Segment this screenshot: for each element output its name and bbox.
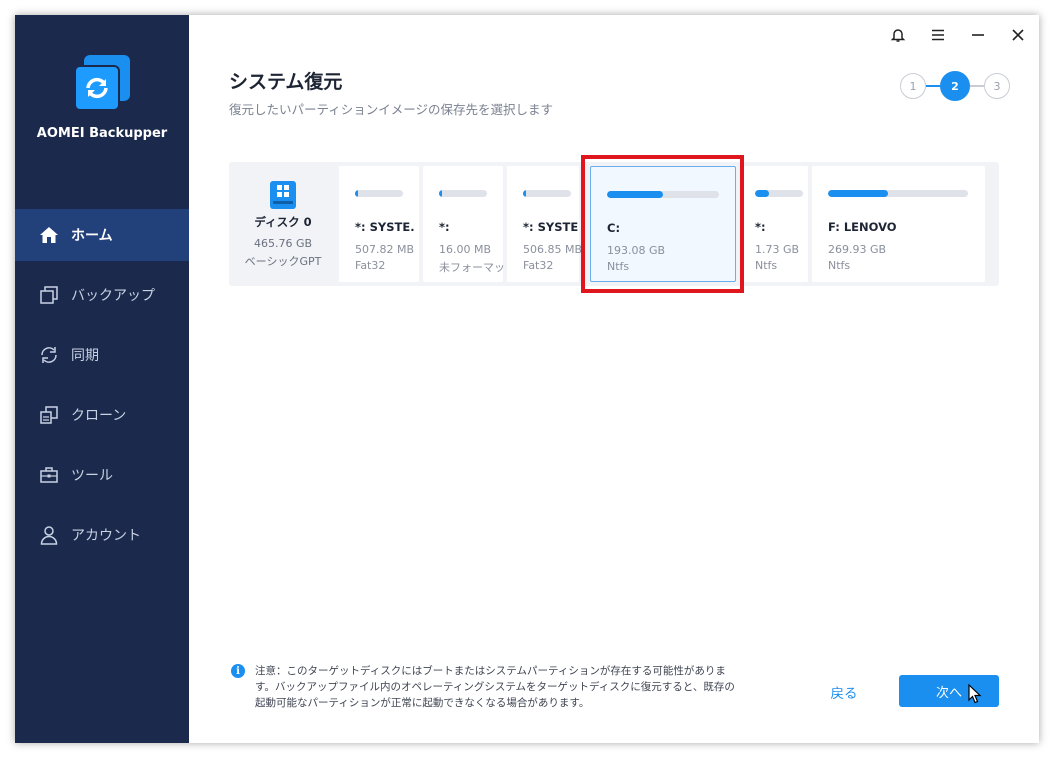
backup-icon <box>39 285 59 305</box>
sidebar-item-account[interactable]: アカウント <box>15 509 189 561</box>
page-subtitle: 復元したいパーティションイメージの保存先を選択します <box>229 102 554 117</box>
app-logo-icon <box>74 55 130 111</box>
info-icon: i <box>231 664 245 678</box>
disk-info[interactable]: ディスク 0 465.76 GB ベーシックGPT <box>229 162 337 286</box>
bell-icon[interactable] <box>885 23 911 47</box>
disk-size: 465.76 GB <box>253 237 313 250</box>
home-icon <box>39 225 59 245</box>
step-3: 3 <box>984 73 1010 99</box>
partition-fs: Fat32 <box>355 259 386 272</box>
usage-bar-fill <box>607 191 663 198</box>
partition-name: C: <box>607 221 621 235</box>
partition-3[interactable]: *: SYSTE... 506.85 MB Fat32 <box>507 166 583 282</box>
partition-size: 506.85 MB <box>523 243 583 256</box>
sidebar-item-sync[interactable]: 同期 <box>15 329 189 381</box>
usage-bar-fill <box>828 190 889 197</box>
close-icon[interactable] <box>1005 23 1031 47</box>
sidebar-item-home[interactable]: ホーム <box>15 209 189 261</box>
app-name: AOMEI Backupper <box>36 126 168 141</box>
partition-name: *: <box>439 220 450 234</box>
partition-2[interactable]: *: 16.00 MB 未フォーマット <box>423 166 516 282</box>
menu-icon[interactable] <box>925 23 951 47</box>
usage-bar-fill <box>523 190 526 197</box>
clone-icon <box>39 405 59 425</box>
next-button[interactable]: 次へ <box>899 675 999 707</box>
partition-fs: Ntfs <box>755 259 778 272</box>
partition-5[interactable]: *: 1.73 GB Ntfs <box>744 166 808 282</box>
partition-name: *: SYSTE... <box>523 220 579 234</box>
sidebar-item-label: 同期 <box>71 348 99 364</box>
partition-name: F: LENOVO <box>828 220 897 234</box>
sidebar-item-label: ツール <box>71 468 113 484</box>
sidebar-item-label: アカウント <box>71 528 141 544</box>
partition-size: 16.00 MB <box>439 243 492 256</box>
usage-bar-fill <box>755 190 770 197</box>
app-window: AOMEI Backupper ホーム バックアップ 同期 クローン ツール ア… <box>15 15 1039 743</box>
disk-row: ディスク 0 465.76 GB ベーシックGPT *: SYSTE... 50… <box>229 162 999 286</box>
partition-name: *: <box>755 220 766 234</box>
tools-icon <box>39 465 59 485</box>
disk-style: ベーシックGPT <box>244 255 322 268</box>
sidebar-item-backup[interactable]: バックアップ <box>15 269 189 321</box>
next-button-label: 次へ <box>935 685 962 701</box>
sidebar-item-tools[interactable]: ツール <box>15 449 189 501</box>
account-icon <box>39 525 59 545</box>
page-title: システム復元 <box>229 71 343 93</box>
step-2: 2 <box>940 71 970 101</box>
sidebar: AOMEI Backupper ホーム バックアップ 同期 クローン ツール ア… <box>15 15 189 743</box>
usage-bar-fill <box>355 190 358 197</box>
sidebar-item-label: バックアップ <box>71 288 155 304</box>
step-indicator: 1 2 3 <box>900 71 1010 101</box>
partition-size: 193.08 GB <box>607 244 666 257</box>
sidebar-item-clone[interactable]: クローン <box>15 389 189 441</box>
disk-name: ディスク 0 <box>254 215 312 229</box>
partition-fs: Ntfs <box>607 260 630 273</box>
minimize-icon[interactable] <box>965 23 991 47</box>
usage-bar-fill <box>439 190 442 197</box>
disk-icon <box>269 180 297 210</box>
sync-icon <box>39 345 59 365</box>
partition-1[interactable]: *: SYSTE... 507.82 MB Fat32 <box>339 166 419 282</box>
back-button[interactable]: 戻る <box>823 682 865 702</box>
partition-name: *: SYSTE... <box>355 220 415 234</box>
mouse-cursor-icon <box>968 683 982 708</box>
step-1: 1 <box>900 73 926 99</box>
partition-size: 1.73 GB <box>755 243 800 256</box>
main-panel: システム復元 復元したいパーティションイメージの保存先を選択します 1 2 3 <box>189 15 1039 743</box>
partition-fs: Fat32 <box>523 259 554 272</box>
sidebar-item-label: ホーム <box>71 228 113 244</box>
partition-fs: 未フォーマット <box>439 261 516 274</box>
sidebar-item-label: クローン <box>71 408 127 424</box>
partition-4-selected[interactable]: C: 193.08 GB Ntfs <box>590 166 736 282</box>
partition-size: 507.82 MB <box>355 243 415 256</box>
partition-fs: Ntfs <box>828 259 851 272</box>
partition-size: 269.93 GB <box>828 243 887 256</box>
partition-6[interactable]: F: LENOVO 269.93 GB Ntfs <box>812 166 985 282</box>
note-text: 注意：このターゲットディスクにはブートまたはシステムパーティションが存在する可能… <box>255 665 735 709</box>
